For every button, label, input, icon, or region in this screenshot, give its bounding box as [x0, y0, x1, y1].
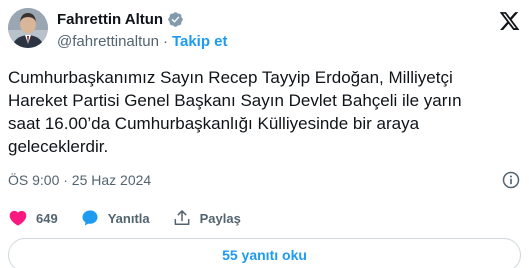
handle[interactable]: @fahrettinaltun [57, 33, 159, 50]
tweet-text-line: Hareket Partisi Genel Başkanı Sayın Devl… [8, 91, 462, 110]
info-icon[interactable] [501, 170, 521, 190]
read-replies-label: 55 yanıtı oku [222, 247, 307, 263]
follow-button[interactable]: Takip et [172, 33, 228, 50]
tweet-text-line: saat 16.00’da Cumhurbaşkanlığı Külliyesi… [8, 114, 420, 133]
share-label: Paylaş [199, 210, 241, 226]
tweet-text: Cumhurbaşkanımız Sayın Recep Tayyip Erdo… [8, 66, 521, 158]
avatar-image [8, 8, 48, 48]
like-count: 649 [36, 210, 58, 226]
heart-icon [9, 210, 27, 226]
timestamp[interactable]: ÖS 9:00 · 25 Haz 2024 [8, 172, 151, 188]
tweet-text-line: Cumhurbaşkanımız Sayın Recep Tayyip Erdo… [8, 68, 453, 87]
action-bar: 649 Yanıtla Paylaş [8, 207, 521, 229]
tweet-meta: ÖS 9:00 · 25 Haz 2024 [8, 170, 521, 190]
share-button[interactable]: Paylaş [172, 208, 241, 228]
tweet-text-line: geleceklerdir. [8, 137, 109, 156]
like-button[interactable]: 649 [8, 208, 58, 228]
handle-row: @fahrettinaltun · Takip et [57, 31, 228, 51]
x-logo-icon[interactable] [498, 10, 521, 32]
avatar[interactable] [8, 8, 48, 48]
share-icon [174, 210, 190, 225]
tweet-header: Fahrettin Altun @fahrettinaltun · Takip … [8, 8, 521, 56]
tweet-card: Fahrettin Altun @fahrettinaltun · Takip … [0, 0, 529, 268]
reply-button[interactable]: Yanıtla [80, 208, 150, 228]
display-name[interactable]: Fahrettin Altun [57, 11, 163, 28]
reply-label: Yanıtla [107, 210, 150, 226]
name-row: Fahrettin Altun [57, 9, 184, 29]
reply-bubble-icon [82, 210, 98, 226]
read-replies-button[interactable]: 55 yanıtı oku [8, 238, 521, 268]
verified-badge-icon[interactable] [167, 11, 184, 28]
separator: · [162, 32, 168, 50]
